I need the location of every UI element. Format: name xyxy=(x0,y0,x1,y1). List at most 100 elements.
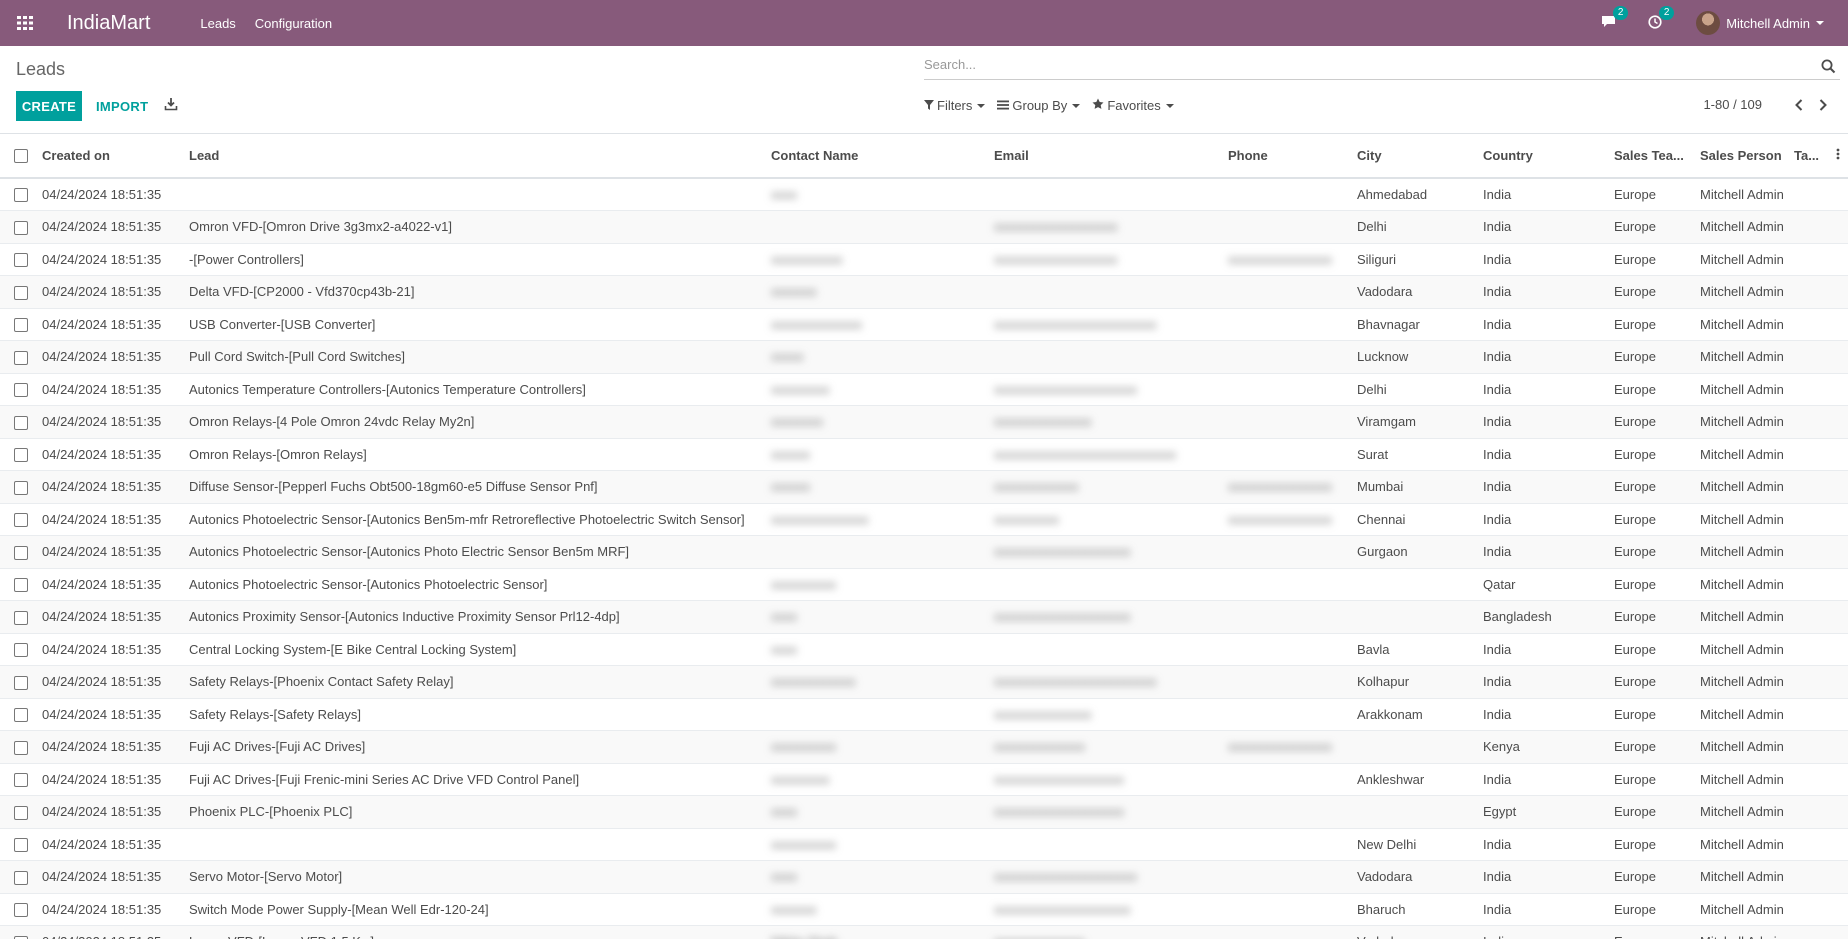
row-checkbox[interactable] xyxy=(14,578,28,593)
row-checkbox[interactable] xyxy=(14,610,28,625)
cell-created-on: 04/24/2024 18:51:35 xyxy=(42,308,189,341)
table-row[interactable]: 04/24/2024 18:51:35 xxxxxxxxxx New Delhi In… xyxy=(0,828,1848,861)
cell-created-on: 04/24/2024 18:51:35 xyxy=(42,503,189,536)
table-row[interactable]: 04/24/2024 18:51:35 Servo Motor-[Servo Mo… xyxy=(0,860,1848,894)
table-row[interactable]: 04/24/2024 18:51:35 Autonics Photoelectri… xyxy=(0,535,1848,569)
cell-phone xyxy=(1228,275,1357,309)
table-row[interactable]: 04/24/2024 18:51:35 Autonics Photoelectri… xyxy=(0,503,1848,536)
menu-leads[interactable]: Leads xyxy=(200,16,235,31)
table-row[interactable]: 04/24/2024 18:51:35 Safety Relays-[Phoeni… xyxy=(0,665,1848,699)
cell-created-on: 04/24/2024 18:51:35 xyxy=(42,633,189,666)
row-checkbox[interactable] xyxy=(14,805,28,820)
table-row[interactable]: 04/24/2024 18:51:35Lenze VFD-[Lenze VFD … xyxy=(0,925,1848,939)
column-header-contact-name[interactable]: Contact Name xyxy=(771,134,994,179)
select-all-checkbox[interactable] xyxy=(14,149,28,164)
table-row[interactable]: 04/24/2024 18:51:35 Pull Cord Switch-[Pul… xyxy=(0,340,1848,374)
row-checkbox[interactable] xyxy=(14,545,28,560)
chevron-right-icon[interactable] xyxy=(1818,98,1828,111)
table-row[interactable]: 04/24/2024 18:51:35 Omron Relays-[4 Pole … xyxy=(0,405,1848,439)
column-header-city[interactable]: City xyxy=(1357,134,1483,179)
row-select-cell xyxy=(0,243,42,276)
search-input[interactable] xyxy=(924,57,1804,72)
row-checkbox[interactable] xyxy=(14,773,28,788)
row-checkbox[interactable] xyxy=(14,415,28,430)
column-header-phone[interactable]: Phone xyxy=(1228,134,1357,179)
cell-phone xyxy=(1228,600,1357,634)
table-row[interactable]: 04/24/2024 18:51:35 Omron Relays-[Omron R… xyxy=(0,438,1848,471)
cell-tags xyxy=(1794,925,1848,939)
table-row[interactable]: 04/24/2024 18:51:35 Fuji AC Drives-[Fuji … xyxy=(0,763,1848,796)
table-row[interactable]: 04/24/2024 18:51:35 Delta VFD-[CP2000 - V… xyxy=(0,275,1848,309)
table-row[interactable]: 04/24/2024 18:51:35 Diffuse Sensor-[Peppe… xyxy=(0,470,1848,504)
column-options-icon[interactable] xyxy=(1836,148,1840,163)
table-row[interactable]: 04/24/2024 18:51:35 USB Converter-[USB Co… xyxy=(0,308,1848,341)
row-checkbox[interactable] xyxy=(14,935,28,939)
row-checkbox[interactable] xyxy=(14,188,28,203)
search-icon[interactable] xyxy=(1821,59,1836,77)
column-header-tags[interactable]: Ta... xyxy=(1794,134,1848,179)
cell-email xyxy=(994,828,1228,861)
row-checkbox[interactable] xyxy=(14,220,28,235)
table-row[interactable]: 04/24/2024 18:51:35 Omron VFD-[Omron Driv… xyxy=(0,210,1848,244)
column-header-created-on[interactable]: Created on xyxy=(42,134,189,179)
row-checkbox[interactable] xyxy=(14,448,28,463)
filters-dropdown[interactable]: Filters xyxy=(924,98,986,113)
row-select-cell xyxy=(0,633,42,666)
import-button[interactable]: IMPORT xyxy=(90,91,154,121)
favorites-dropdown[interactable]: Favorites xyxy=(1092,98,1174,113)
cell-contact-name: xxxxxxxxxxxxxx xyxy=(771,308,994,341)
cell-city: Gurgaon xyxy=(1357,535,1483,569)
cell-lead: -[Power Controllers] xyxy=(189,243,771,276)
cell-contact-name: xxxxxxxxxxxxx xyxy=(771,665,994,699)
row-checkbox[interactable] xyxy=(14,513,28,528)
row-checkbox[interactable] xyxy=(14,675,28,690)
row-checkbox[interactable] xyxy=(14,383,28,398)
table-row[interactable]: 04/24/2024 18:51:35 Switch Mode Power Sup… xyxy=(0,893,1848,926)
groupby-dropdown[interactable]: Group By xyxy=(997,98,1081,113)
table-row[interactable]: 04/24/2024 18:51:35 Autonics Temperature … xyxy=(0,373,1848,406)
cell-contact-name: xxxxxx xyxy=(771,470,994,504)
menu-configuration[interactable]: Configuration xyxy=(255,16,332,31)
table-row[interactable]: 04/24/2024 18:51:35 Phoenix PLC-[Phoenix … xyxy=(0,795,1848,829)
cell-email: xxxxxxxxxxxxxxxxxxxxx xyxy=(994,600,1228,634)
cell-tags xyxy=(1794,795,1848,829)
column-header-sales-person[interactable]: Sales Person xyxy=(1700,134,1794,179)
row-checkbox[interactable] xyxy=(14,870,28,885)
table-row[interactable]: 04/24/2024 18:51:35 Autonics Proximity Se… xyxy=(0,600,1848,634)
cell-country: India xyxy=(1483,763,1614,796)
cell-phone xyxy=(1228,568,1357,601)
row-checkbox[interactable] xyxy=(14,285,28,300)
column-header-email[interactable]: Email xyxy=(994,134,1228,179)
table-row[interactable]: 04/24/2024 18:51:35 Safety Relays-[Safety… xyxy=(0,698,1848,731)
table-row[interactable]: 04/24/2024 18:51:35 Autonics Photoelectri… xyxy=(0,568,1848,601)
column-header-country[interactable]: Country xyxy=(1483,134,1614,179)
apps-grid-icon[interactable] xyxy=(0,0,50,46)
table-row[interactable]: 04/24/2024 18:51:35 Fuji AC Drives-[Fuji … xyxy=(0,730,1848,764)
download-icon[interactable] xyxy=(164,97,178,114)
user-menu[interactable]: Mitchell Admin xyxy=(1696,11,1824,35)
row-checkbox[interactable] xyxy=(14,318,28,333)
column-header-lead[interactable]: Lead xyxy=(189,134,771,179)
row-checkbox[interactable] xyxy=(14,253,28,268)
table-row[interactable]: 04/24/2024 18:51:35 xxxx Ahmedabad India Eur… xyxy=(0,178,1848,211)
cell-country: India xyxy=(1483,698,1614,731)
row-checkbox[interactable] xyxy=(14,740,28,755)
cell-created-on: 04/24/2024 18:51:35 xyxy=(42,925,189,939)
table-row[interactable]: 04/24/2024 18:51:35 Central Locking Syste… xyxy=(0,633,1848,666)
row-checkbox[interactable] xyxy=(14,838,28,853)
pager-value[interactable]: 1-80 / 109 xyxy=(1703,97,1762,112)
create-button[interactable]: CREATE xyxy=(16,91,82,121)
activities-menu[interactable]: 2 xyxy=(1648,5,1675,32)
chevron-left-icon[interactable] xyxy=(1794,98,1804,111)
row-checkbox[interactable] xyxy=(14,643,28,658)
cell-lead: Safety Relays-[Phoenix Contact Safety Re… xyxy=(189,665,771,699)
column-header-sales-team[interactable]: Sales Tea... xyxy=(1614,134,1700,179)
messages-menu[interactable]: 2 xyxy=(1601,6,1629,31)
row-checkbox[interactable] xyxy=(14,480,28,495)
row-checkbox[interactable] xyxy=(14,903,28,918)
table-row[interactable]: 04/24/2024 18:51:35 -[Power Controllers] x… xyxy=(0,243,1848,276)
row-checkbox[interactable] xyxy=(14,708,28,723)
row-checkbox[interactable] xyxy=(14,350,28,365)
app-brand[interactable]: IndiaMart xyxy=(67,12,150,35)
cell-city: Ahmedabad xyxy=(1357,178,1483,211)
